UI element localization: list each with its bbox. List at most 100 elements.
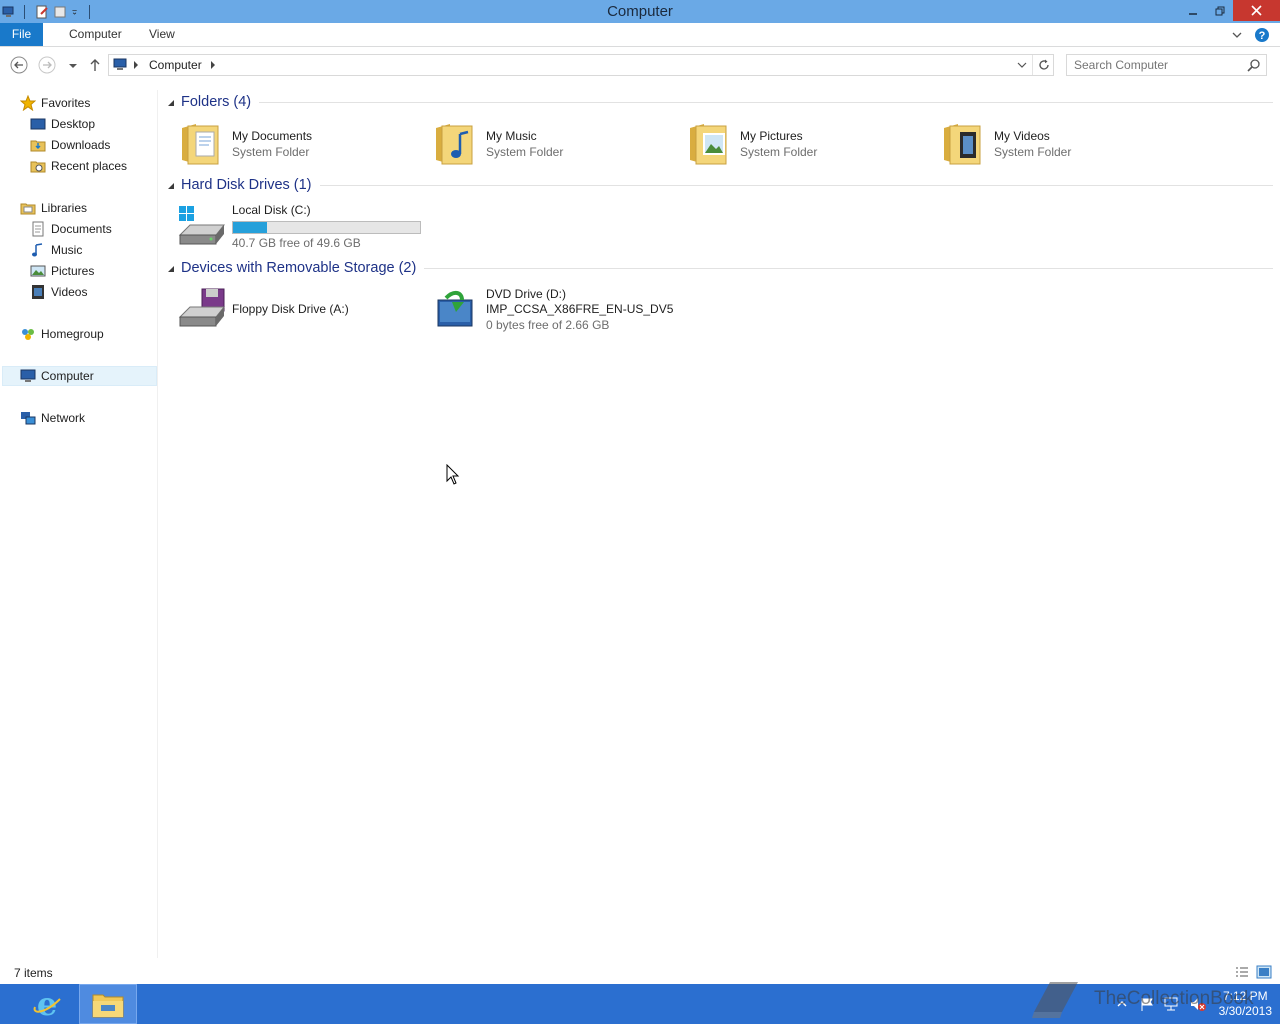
search-input[interactable] [1067,55,1242,75]
taskbar: e 7:12 PM 3/30/2013 [0,984,1280,1024]
tile-text: DVD Drive (D:) IMP_CCSA_X86FRE_EN-US_DV5… [486,287,673,333]
drive-tile-dvd[interactable]: DVD Drive (D:) IMP_CCSA_X86FRE_EN-US_DV5… [432,282,673,338]
tile-name: Local Disk (C:) [232,203,311,217]
local-disk-icon [178,206,226,245]
group-header-folders[interactable]: Folders (4) [168,91,1273,113]
close-icon [1251,5,1262,16]
recent-locations-icon[interactable] [64,56,82,74]
pictures-folder-icon [690,124,727,165]
nav-label: Network [41,411,86,425]
documents-folder-icon [182,124,219,165]
nav-pictures[interactable]: Pictures [30,261,94,281]
group-divider [319,184,1273,186]
large-icons-view-icon[interactable] [1256,965,1272,979]
nav-network[interactable]: Network [20,408,85,428]
star-icon [20,95,36,111]
mouse-cursor-icon [446,464,460,485]
address-dropdown-button[interactable] [1012,55,1032,75]
folder-tile-my-videos[interactable]: My Videos System Folder [940,117,1071,171]
group-header-hard-disk-drives[interactable]: Hard Disk Drives (1) [168,174,1273,196]
breadcrumb-chevron-icon[interactable] [133,61,139,69]
tile-text: My Documents System Folder [232,129,312,160]
nav-label: Downloads [51,138,111,152]
details-view-icon[interactable] [1234,965,1250,979]
forward-icon[interactable] [38,56,56,74]
nav-videos[interactable]: Videos [30,282,87,302]
nav-downloads[interactable]: Downloads [30,135,110,155]
title-bar[interactable]: Computer [0,0,1280,23]
group-header-removable-storage[interactable]: Devices with Removable Storage (2) [168,257,1273,279]
group-title: Devices with Removable Storage (2) [181,260,417,276]
music-folder-icon [436,124,473,165]
nav-label: Libraries [41,201,88,215]
drive-tile-local-disk[interactable]: Local Disk (C:) 40.7 GB free of 49.6 GB [178,199,421,255]
tile-name: My Music [486,128,537,143]
search-icon[interactable] [1247,58,1261,72]
show-hidden-icons-icon[interactable] [1117,1000,1127,1008]
up-icon[interactable] [86,56,104,74]
address-bar[interactable]: Computer [108,54,1054,76]
tab-file[interactable]: File [0,23,43,46]
help-icon[interactable]: ? [1254,27,1270,43]
folder-tile-my-pictures[interactable]: My Pictures System Folder [686,117,817,171]
ribbon: File Computer View ? [0,23,1280,47]
refresh-button[interactable] [1032,55,1054,75]
minimize-button[interactable] [1179,0,1206,21]
nav-desktop[interactable]: Desktop [30,114,95,134]
minimize-icon [1188,12,1197,15]
recent-places-icon [30,161,46,173]
tile-name: Floppy Disk Drive (A:) [232,301,349,316]
close-button[interactable] [1233,0,1280,21]
breadcrumb-chevron-icon[interactable] [210,61,216,69]
network-tray-icon[interactable] [1163,996,1181,1012]
window-title: Computer [607,3,673,20]
dvd-drive-icon [437,291,473,327]
refresh-icon [1038,59,1049,70]
status-bar: 7 items [0,963,1280,983]
nav-homegroup[interactable]: Homegroup [20,324,104,344]
restore-icon [1215,6,1224,15]
music-icon [32,243,43,257]
nav-favorites[interactable]: Favorites [20,93,90,113]
nav-label: Homegroup [41,327,104,341]
item-count: 7 items [14,966,53,980]
collapse-triangle-icon[interactable] [168,100,174,106]
tile-subtitle: 0 bytes free of 2.66 GB [486,318,610,332]
view-switcher [1234,965,1272,979]
collapse-triangle-icon[interactable] [168,266,174,272]
back-icon[interactable] [10,56,28,74]
tile-name: DVD Drive (D:) [486,287,566,301]
tile-name: My Documents [232,128,313,143]
nav-documents[interactable]: Documents [30,219,112,239]
system-tray: 7:12 PM 3/30/2013 [1117,984,1272,1024]
file-explorer-icon [92,994,124,1018]
nav-libraries[interactable]: Libraries [20,198,87,218]
folder-tile-my-documents[interactable]: My Documents System Folder [178,117,312,171]
tile-text: Floppy Disk Drive (A:) [232,302,349,317]
tab-view[interactable]: View [137,23,187,46]
libraries-icon [20,203,36,215]
nav-computer[interactable]: Computer [2,366,157,386]
restore-button[interactable] [1206,0,1233,21]
tab-computer[interactable]: Computer [57,23,134,46]
taskbar-internet-explorer[interactable]: e [18,984,76,1024]
collapse-triangle-icon[interactable] [168,183,174,189]
nav-recent-places[interactable]: Recent places [30,156,127,176]
action-center-flag-icon[interactable] [1139,996,1155,1012]
search-box[interactable] [1066,54,1267,76]
videos-folder-icon [944,124,981,165]
taskbar-file-explorer[interactable] [79,984,137,1024]
tile-subtitle: System Folder [740,144,818,159]
expand-ribbon-icon[interactable] [1232,31,1242,39]
nav-music[interactable]: Music [30,240,82,260]
tile-volume-label: IMP_CCSA_X86FRE_EN-US_DV5 [486,302,674,316]
tile-name: My Pictures [740,128,803,143]
volume-muted-icon[interactable] [1189,996,1207,1012]
clock[interactable]: 7:12 PM 3/30/2013 [1219,989,1272,1019]
tile-subtitle: 40.7 GB free of 49.6 GB [232,236,361,250]
drive-tile-floppy[interactable]: Floppy Disk Drive (A:) [178,282,349,336]
breadcrumb[interactable]: Computer [149,58,202,72]
folder-tile-my-music[interactable]: My Music System Folder [432,117,563,171]
nav-label: Computer [41,369,94,383]
computer-icon [20,369,36,382]
